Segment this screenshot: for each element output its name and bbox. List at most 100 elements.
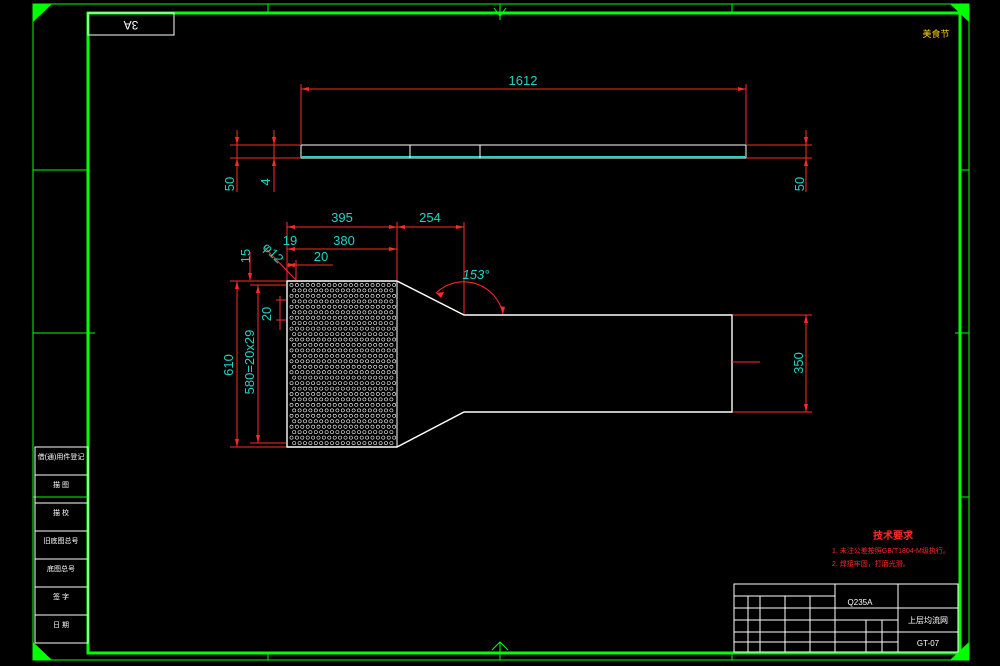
- perforation-hole: [300, 370, 305, 375]
- perforation-hole: [294, 304, 299, 309]
- perforation-hole: [346, 441, 351, 446]
- perforation-hole: [313, 408, 318, 413]
- perforation-hole: [354, 424, 359, 429]
- perforation-hole: [294, 359, 299, 364]
- perforation-hole: [308, 321, 313, 326]
- perforation-hole: [313, 288, 318, 293]
- perforation-hole: [362, 332, 367, 337]
- perforation-holes: [289, 283, 397, 446]
- perforation-hole: [311, 424, 316, 429]
- perforation-hole: [330, 419, 334, 424]
- perforation-hole: [357, 397, 361, 402]
- perforation-hole: [321, 413, 326, 418]
- perforation-hole: [392, 402, 397, 407]
- perforation-hole: [392, 413, 397, 418]
- perforation-hole: [327, 348, 332, 353]
- perforation-hole: [373, 386, 378, 391]
- dim-580: 580=20x29: [242, 330, 257, 395]
- perforation-hole: [359, 283, 364, 287]
- perforation-hole: [294, 283, 299, 287]
- perforation-hole: [305, 381, 310, 386]
- perforation-hole: [367, 321, 372, 326]
- perforation-hole: [300, 381, 305, 386]
- perforation-hole: [297, 288, 302, 293]
- perforation-hole: [362, 397, 367, 402]
- perforation-hole: [362, 342, 367, 347]
- perforation-hole: [373, 364, 378, 369]
- perforation-hole: [308, 386, 313, 391]
- perforation-hole: [311, 435, 316, 440]
- perforation-hole: [313, 364, 318, 369]
- perforation-hole: [340, 310, 345, 315]
- perforation-hole: [311, 304, 316, 309]
- perforation-hole: [346, 397, 351, 402]
- perforation-hole: [324, 430, 329, 435]
- perforation-hole: [373, 375, 378, 380]
- perforation-hole: [294, 381, 299, 386]
- perforation-hole: [313, 342, 318, 347]
- perforation-hole: [311, 348, 316, 353]
- perforation-hole: [348, 370, 353, 375]
- perforation-hole: [389, 288, 394, 293]
- perforation-hole: [289, 293, 294, 298]
- perforation-hole: [303, 375, 307, 380]
- perforation-hole: [373, 441, 378, 446]
- perforation-hole: [327, 402, 332, 407]
- perforation-hole: [357, 342, 361, 347]
- perforation-hole: [308, 299, 313, 304]
- perforation-hole: [335, 342, 340, 347]
- dim-15: 15: [238, 249, 253, 263]
- perforation-hole: [370, 381, 375, 386]
- perforation-hole: [370, 293, 375, 298]
- perforation-hole: [370, 359, 375, 364]
- perforation-hole: [378, 441, 383, 446]
- perforation-hole: [389, 419, 394, 424]
- perforation-hole: [367, 408, 372, 413]
- perforation-hole: [381, 392, 386, 396]
- perforation-hole: [330, 441, 334, 446]
- perforation-hole: [346, 288, 351, 293]
- perforation-hole: [292, 321, 297, 326]
- perforation-hole: [375, 348, 380, 353]
- perforation-hole: [300, 315, 305, 320]
- dim-50-left: 50: [222, 177, 237, 191]
- perforation-hole: [348, 359, 353, 364]
- perforation-hole: [351, 299, 356, 304]
- perforation-hole: [343, 348, 348, 353]
- perforation-hole: [327, 413, 332, 418]
- perforation-hole: [324, 321, 329, 326]
- perforation-hole: [370, 424, 375, 429]
- perforation-hole: [348, 337, 353, 342]
- perforation-hole: [321, 293, 326, 298]
- perforation-hole: [292, 310, 297, 315]
- perforation-hole: [373, 430, 378, 435]
- perforation-hole: [305, 370, 310, 375]
- perforation-hole: [348, 413, 353, 418]
- perforation-hole: [343, 283, 348, 287]
- perforation-hole: [324, 332, 329, 337]
- perforation-hole: [319, 353, 324, 358]
- perforation-hole: [335, 299, 340, 304]
- perforation-hole: [386, 370, 391, 375]
- perforation-hole: [386, 435, 391, 440]
- perforation-hole: [316, 392, 321, 396]
- perforation-hole: [292, 332, 297, 337]
- perforation-hole: [351, 288, 356, 293]
- perforation-hole: [305, 359, 310, 364]
- perforation-hole: [300, 293, 305, 298]
- perforation-hole: [335, 386, 340, 391]
- perforation-hole: [381, 293, 386, 298]
- perforation-hole: [338, 337, 343, 342]
- perforation-hole: [367, 353, 372, 358]
- perforation-hole: [389, 430, 394, 435]
- perforation-hole: [381, 359, 386, 364]
- perforation-hole: [292, 375, 297, 380]
- perforation-hole: [324, 342, 329, 347]
- perforation-hole: [324, 353, 329, 358]
- perforation-hole: [343, 337, 348, 342]
- perforation-hole: [338, 435, 343, 440]
- perforation-hole: [370, 370, 375, 375]
- perforation-hole: [343, 370, 348, 375]
- perforation-hole: [297, 310, 302, 315]
- perforation-hole: [367, 441, 372, 446]
